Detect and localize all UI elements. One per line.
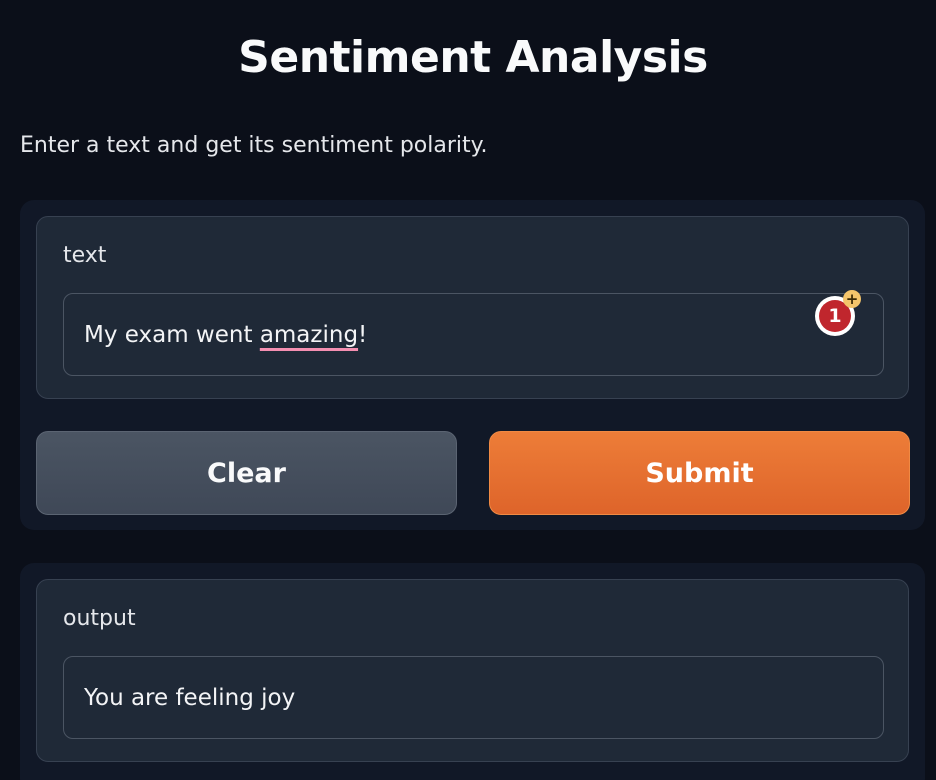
page-description: Enter a text and get its sentiment polar… <box>20 133 488 158</box>
text-input-block: text My exam went amazing! 1 + <box>36 216 909 399</box>
grammar-assistant-badge-icon[interactable]: 1 + <box>815 290 861 336</box>
clear-button[interactable]: Clear <box>36 431 457 515</box>
spellcheck-flagged-word[interactable]: amazing <box>260 322 358 348</box>
badge-plus-icon: + <box>843 290 861 308</box>
app-page: Sentiment Analysis Enter a text and get … <box>0 0 936 780</box>
output-label: output <box>63 606 136 631</box>
submit-button[interactable]: Submit <box>489 431 910 515</box>
page-title: Sentiment Analysis <box>238 32 708 83</box>
text-input-label: text <box>63 243 107 268</box>
output-field[interactable]: You are feeling joy <box>63 656 884 739</box>
output-block: output You are feeling joy <box>36 579 909 762</box>
text-input-value-suffix: ! <box>358 321 368 348</box>
output-panel: output You are feeling joy <box>20 563 925 780</box>
text-input-value-prefix: My exam went <box>84 321 260 348</box>
input-panel: text My exam went amazing! 1 + Clear Sub… <box>20 200 925 530</box>
text-input-field[interactable]: My exam went amazing! 1 + <box>63 290 884 376</box>
